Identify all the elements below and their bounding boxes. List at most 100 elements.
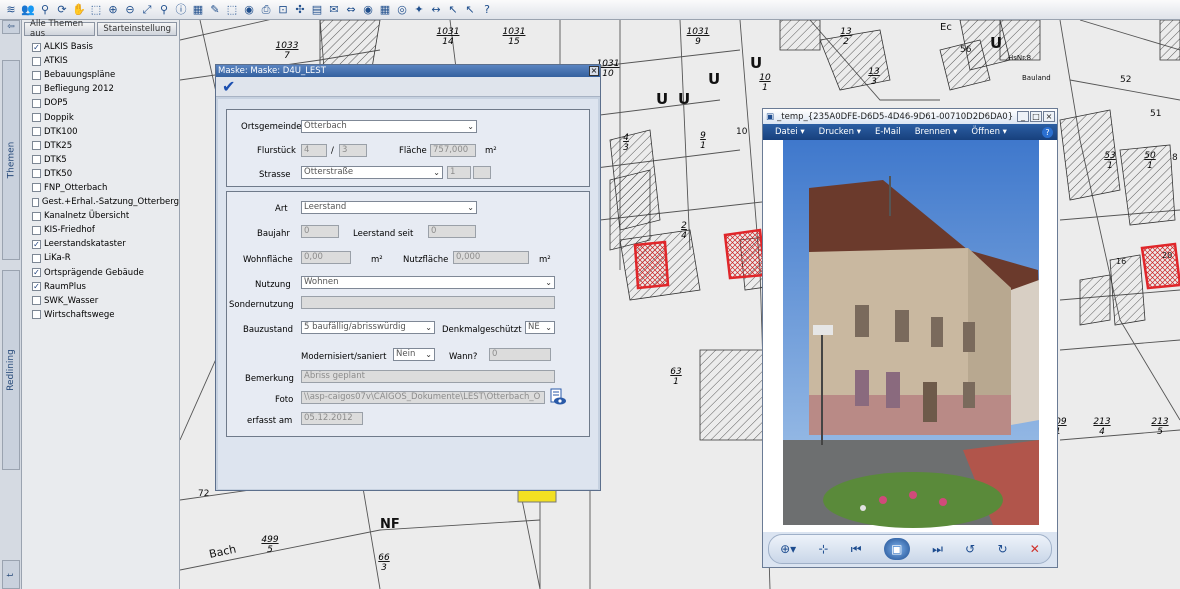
document-icon[interactable]: ▤ <box>310 3 324 17</box>
flurstueck-a-field[interactable]: 4 <box>301 144 327 157</box>
layer-checkbox[interactable] <box>32 98 41 108</box>
strasse-suffix-field[interactable] <box>473 166 491 179</box>
layer-checkbox[interactable] <box>32 127 41 137</box>
layer-checkbox[interactable] <box>32 155 41 165</box>
menu-datei[interactable]: Datei ▾ <box>775 127 805 137</box>
foto-path-field[interactable]: \\asp-caigos07v\CAIGOS_Dokumente\LEST\Ot… <box>301 391 545 404</box>
map-select-icon[interactable]: ⬚ <box>225 3 239 17</box>
layer-checkbox[interactable] <box>32 56 41 66</box>
sondernutzung-field[interactable] <box>301 296 555 309</box>
layer-item[interactable]: ✓ Leerstandskataster <box>32 237 179 251</box>
layer-checkbox[interactable] <box>32 310 41 320</box>
tab-redlining[interactable]: Redlining <box>2 270 20 470</box>
measure-icon[interactable]: ⇔ <box>344 3 358 17</box>
rotate-right-icon[interactable]: ↻ <box>997 542 1007 556</box>
layer-item[interactable]: DOP5 <box>32 96 179 110</box>
eye-location-icon[interactable]: ◉ <box>361 3 375 17</box>
map-pointer-icon[interactable]: ✦ <box>412 3 426 17</box>
wohnflaeche-field[interactable]: 0,00 <box>301 251 351 264</box>
layer-item[interactable]: ATKIS <box>32 54 179 68</box>
baujahr-field[interactable]: 0 <box>301 225 339 238</box>
layer-item[interactable]: KIS-Friedhof <box>32 223 179 237</box>
stamp-icon[interactable]: ⊡ <box>276 3 290 17</box>
layer-item[interactable]: Bebauungspläne <box>32 68 179 82</box>
actual-size-icon[interactable]: ⊹ <box>818 542 828 556</box>
layer-checkbox[interactable] <box>32 84 41 94</box>
zoom-in-icon[interactable]: ⊕ <box>106 3 120 17</box>
layer-checkbox[interactable] <box>32 169 41 179</box>
nutzung-select[interactable]: Wohnen ⌄ <box>301 276 555 289</box>
map-grid-icon[interactable]: ▦ <box>378 3 392 17</box>
zoom-icon[interactable]: ⊕▾ <box>780 542 796 556</box>
bemerkung-field[interactable]: Abriss geplant <box>301 370 555 383</box>
zoom-box-icon[interactable]: ⬚ <box>89 3 103 17</box>
measure-line-icon[interactable]: ↔ <box>429 3 443 17</box>
delete-icon[interactable]: ✕ <box>1030 542 1040 556</box>
modernisiert-select[interactable]: Nein ⌄ <box>393 348 435 361</box>
arrow-pick-icon[interactable]: ↖ <box>446 3 460 17</box>
layer-item[interactable]: DTK100 <box>32 125 179 139</box>
art-select[interactable]: Leerstand ⌄ <box>301 201 477 214</box>
previous-icon[interactable]: ⏮ <box>851 542 862 557</box>
tab-themes[interactable]: Themen <box>2 60 20 260</box>
layer-item[interactable]: ✓ Ortsprägende Gebäude <box>32 266 179 280</box>
binoculars-icon[interactable]: ⚲ <box>38 3 52 17</box>
slideshow-icon[interactable]: ▣ <box>883 538 910 560</box>
all-themes-off-button[interactable]: Alle Themen aus <box>24 19 96 39</box>
menu-drucken[interactable]: Drucken ▾ <box>819 127 861 137</box>
layers-icon[interactable]: ≋ <box>4 3 18 17</box>
print-icon[interactable]: ⎙ <box>259 3 273 17</box>
layer-checkbox[interactable]: ✓ <box>32 42 41 52</box>
layer-checkbox[interactable] <box>32 141 41 151</box>
leerstand-seit-field[interactable]: 0 <box>428 225 476 238</box>
layer-checkbox[interactable] <box>32 183 41 193</box>
maximize-icon[interactable]: □ <box>1030 111 1042 122</box>
tab-bottom[interactable]: t <box>2 560 20 589</box>
layer-checkbox[interactable]: ✓ <box>32 268 41 278</box>
nutzflaeche-field[interactable]: 0,000 <box>453 251 529 264</box>
confirm-check-icon[interactable]: ✔ <box>222 77 235 96</box>
denkmal-select[interactable]: NE ⌄ <box>525 321 555 334</box>
strasse-nr-field[interactable]: 1 <box>447 166 471 179</box>
strasse-select[interactable]: Otterstraße ⌄ <box>301 166 443 179</box>
minimize-icon[interactable]: _ <box>1017 111 1029 122</box>
send-icon[interactable]: ✉ <box>327 3 341 17</box>
layer-item[interactable]: DTK25 <box>32 139 179 153</box>
wann-field[interactable]: 0 <box>489 348 551 361</box>
erfasst-field[interactable]: 05.12.2012 <box>301 412 363 425</box>
layer-checkbox[interactable] <box>32 70 41 80</box>
layer-item[interactable]: LiKa-R <box>32 251 179 265</box>
layer-item[interactable]: DTK50 <box>32 167 179 181</box>
layer-item[interactable]: SWK_Wasser <box>32 294 179 308</box>
layer-checkbox[interactable] <box>32 296 41 306</box>
next-icon[interactable]: ⏭ <box>932 542 943 557</box>
search-map-icon[interactable]: ◎ <box>395 3 409 17</box>
zoom-extent-icon[interactable]: ⤢ <box>140 3 154 17</box>
pan-hand-icon[interactable]: ✋ <box>72 3 86 17</box>
flurstueck-b-field[interactable]: 3 <box>339 144 367 157</box>
layer-checkbox[interactable]: ✓ <box>32 282 41 292</box>
zoom-out-icon[interactable]: ⊖ <box>123 3 137 17</box>
map-edit-icon[interactable]: ✎ <box>208 3 222 17</box>
close-icon[interactable]: × <box>1043 111 1055 122</box>
ortsgemeinde-select[interactable]: Otterbach ⌄ <box>301 120 477 133</box>
people-icon[interactable]: 👥 <box>21 3 35 17</box>
layer-item[interactable]: Wirtschaftswege <box>32 308 179 322</box>
bauzustand-select[interactable]: 5 baufällig/abrisswürdig ⌄ <box>301 321 435 334</box>
layer-item[interactable]: Kanalnetz Übersicht <box>32 209 179 223</box>
layer-checkbox[interactable] <box>32 211 41 221</box>
layer-item[interactable]: ✓ ALKIS Basis <box>32 40 179 54</box>
refresh-icon[interactable]: ⟳ <box>55 3 69 17</box>
help-icon[interactable]: ? <box>1042 126 1053 138</box>
layer-item[interactable]: Doppik <box>32 110 179 124</box>
layer-item[interactable]: Befliegung 2012 <box>32 82 179 96</box>
layer-item[interactable]: DTK5 <box>32 153 179 167</box>
person-search-icon[interactable]: ⚲ <box>157 3 171 17</box>
view-document-icon[interactable] <box>549 388 567 406</box>
info-icon[interactable]: ⓘ <box>174 3 188 17</box>
rotate-left-icon[interactable]: ↺ <box>965 542 975 556</box>
default-setting-button[interactable]: Starteinstellung <box>97 22 177 36</box>
menu-brennen[interactable]: Brennen ▾ <box>915 127 958 137</box>
layer-item[interactable]: ✓ RaumPlus <box>32 280 179 294</box>
layer-checkbox[interactable] <box>32 225 41 235</box>
